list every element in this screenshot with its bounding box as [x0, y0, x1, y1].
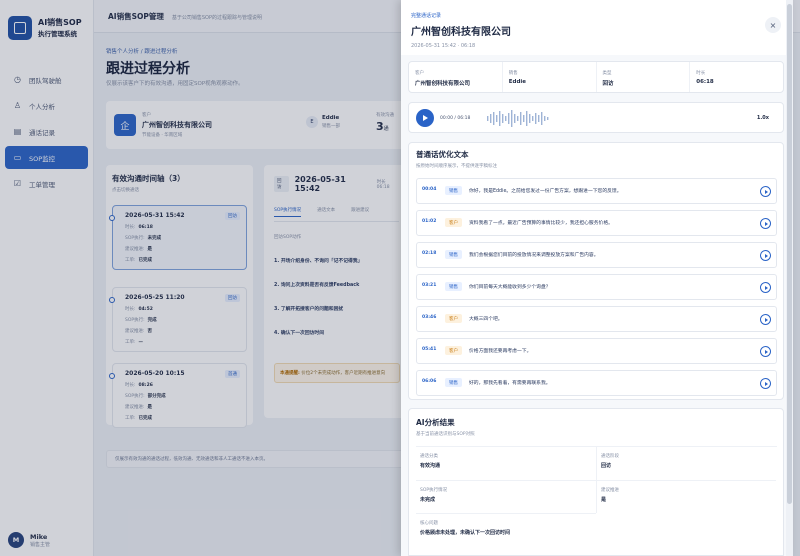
- utterance-time: 03:46: [422, 315, 437, 320]
- transcript-subtitle: 按原始时间顺序展示，不提供逐字稿标注: [416, 164, 497, 169]
- info-label: 时长: [696, 71, 706, 76]
- transcript-row: 03:21 销售 你们目前每天大概能收到多少个询盘？: [416, 274, 777, 300]
- ai-result-value: 未完成: [420, 497, 436, 503]
- close-icon: ×: [769, 20, 777, 30]
- close-button[interactable]: ×: [765, 17, 781, 33]
- call-info-card: 客户广州智创科技有限公司 销售 Eddie 类型回访 时长 06:18: [408, 61, 784, 93]
- info-value: 广州智创科技有限公司: [415, 81, 471, 87]
- ai-result-grid: 通话分类有效沟通 通话阶段回访 SOP执行情况 未完成 建议推进是 核心问题价格顾…: [416, 446, 777, 536]
- ai-result-value: 回访: [601, 463, 612, 469]
- play-icon: [764, 349, 768, 354]
- speaker-tag: 客户: [445, 218, 462, 227]
- utterance-time: 06:06: [422, 379, 437, 384]
- waveform[interactable]: [487, 110, 549, 127]
- ai-result-value: 有效沟通: [420, 463, 441, 469]
- audio-player: 00:00 / 06:18 1.0x: [408, 102, 784, 133]
- utterance-text: 价格方面我还要再考虑一下。: [469, 349, 532, 354]
- info-value: 回访: [602, 81, 614, 87]
- play-icon: [764, 381, 768, 386]
- utterance-text: 大概三四个吧。: [469, 317, 503, 322]
- ai-result-label: 建议推进: [601, 488, 619, 493]
- ai-result-value: 是: [601, 497, 607, 503]
- ai-result-label: 通话分类: [420, 454, 438, 459]
- transcript-row: 03:46 客户 大概三四个吧。: [416, 306, 777, 332]
- speaker-tag: 客户: [445, 346, 462, 355]
- transcript-row: 06:06 销售 好的，那我先看着，有需要再联系我。: [416, 370, 777, 396]
- drawer-scrollbar[interactable]: [786, 0, 793, 556]
- play-segment-button[interactable]: [760, 250, 771, 261]
- ai-result-label: 通话阶段: [601, 454, 619, 459]
- playback-speed-button[interactable]: 1.0x: [757, 115, 769, 121]
- play-segment-button[interactable]: [760, 218, 771, 229]
- play-icon: [764, 189, 768, 194]
- ai-result-cell: 通话阶段 回访: [596, 447, 776, 480]
- ai-result-label: SOP执行情况: [420, 488, 448, 493]
- play-segment-button[interactable]: [760, 282, 771, 293]
- info-label: 客户: [415, 71, 424, 76]
- info-label: 销售: [508, 71, 518, 76]
- play-segment-button[interactable]: [760, 378, 771, 389]
- speaker-tag: 销售: [445, 282, 462, 291]
- play-icon: [764, 285, 768, 290]
- ai-result-cell: SOP执行情况 未完成: [416, 480, 596, 513]
- ai-result-value: 价格顾虑未处理，未确认下一次回访时间: [420, 530, 511, 536]
- ai-analysis-title: AI分析结果: [416, 418, 455, 427]
- ai-analysis-card: AI分析结果 基于当前通话识别与SOP对照 通话分类有效沟通 通话阶段回访 SO…: [408, 408, 784, 556]
- transcript-row: 02:18 销售 我们会根据您们目前的投放情况来调整投放方案和广告内容。: [416, 242, 777, 268]
- drawer-header: 完整通话记录 广州智创科技有限公司 2026-05-31 15:42 · 06:…: [401, 0, 793, 55]
- info-label: 类型: [602, 71, 612, 76]
- utterance-text: 资料我看了一点。最近广告预算的事情比较少，我还担心服务价格。: [469, 221, 613, 226]
- drawer-title: 广州智创科技有限公司: [411, 27, 511, 38]
- utterance-time: 02:18: [422, 251, 437, 256]
- speaker-tag: 客户: [445, 314, 462, 323]
- info-value: Eddie: [508, 79, 526, 85]
- transcript-row: 05:41 客户 价格方面我还要再考虑一下。: [416, 338, 777, 364]
- playback-time: 00:00 / 06:18: [440, 116, 471, 121]
- ai-result-cell: 建议推进是: [596, 480, 776, 513]
- scrollbar-thumb[interactable]: [787, 4, 792, 504]
- utterance-text: 我们会根据您们目前的投放情况来调整投放方案和广告内容。: [469, 253, 599, 258]
- ai-result-label: 核心问题: [420, 521, 438, 526]
- ai-result-cell: 核心问题价格顾虑未处理，未确认下一次回访时间: [416, 513, 596, 546]
- speaker-tag: 销售: [445, 250, 462, 259]
- ai-result-cell: 通话分类 有效沟通: [416, 447, 596, 480]
- utterance-time: 00:04: [422, 187, 437, 192]
- transcript-title: 普通话优化文本: [416, 150, 469, 159]
- speaker-tag: 销售: [445, 378, 462, 387]
- drawer-kicker: 完整通话记录: [411, 13, 442, 19]
- play-icon: [764, 253, 768, 258]
- play-segment-button[interactable]: [760, 186, 771, 197]
- play-button[interactable]: [416, 109, 434, 127]
- transcript-card: 普通话优化文本 按原始时间顺序展示，不提供逐字稿标注 00:04 销售 你好，我…: [408, 142, 784, 400]
- utterance-time: 03:21: [422, 283, 437, 288]
- utterance-time: 05:41: [422, 347, 437, 352]
- utterance-time: 01:02: [422, 219, 437, 224]
- ai-analysis-subtitle: 基于当前通话识别与SOP对照: [416, 432, 475, 437]
- speaker-tag: 销售: [445, 186, 462, 195]
- info-value: 06:18: [696, 79, 714, 85]
- play-icon: [423, 115, 428, 121]
- transcript-row: 00:04 销售 你好，我是Eddie。之前给您发过一份广告方案，想跟进一下您的…: [416, 178, 777, 204]
- play-icon: [764, 317, 768, 322]
- play-segment-button[interactable]: [760, 314, 771, 325]
- utterance-text: 好的，那我先看着，有需要再联系我。: [469, 381, 551, 386]
- play-segment-button[interactable]: [760, 346, 771, 357]
- utterance-text: 你好，我是Eddie。之前给您发过一份广告方案，想跟进一下您的反馈。: [469, 189, 622, 194]
- transcript-row: 01:02 客户 资料我看了一点。最近广告预算的事情比较少，我还担心服务价格。: [416, 210, 777, 236]
- drawer-time: 2026-05-31 15:42 · 06:18: [411, 43, 476, 49]
- call-record-drawer: 完整通话记录 广州智创科技有限公司 2026-05-31 15:42 · 06:…: [401, 0, 793, 556]
- play-icon: [764, 221, 768, 226]
- utterance-text: 你们目前每天大概能收到多少个询盘？: [469, 285, 551, 290]
